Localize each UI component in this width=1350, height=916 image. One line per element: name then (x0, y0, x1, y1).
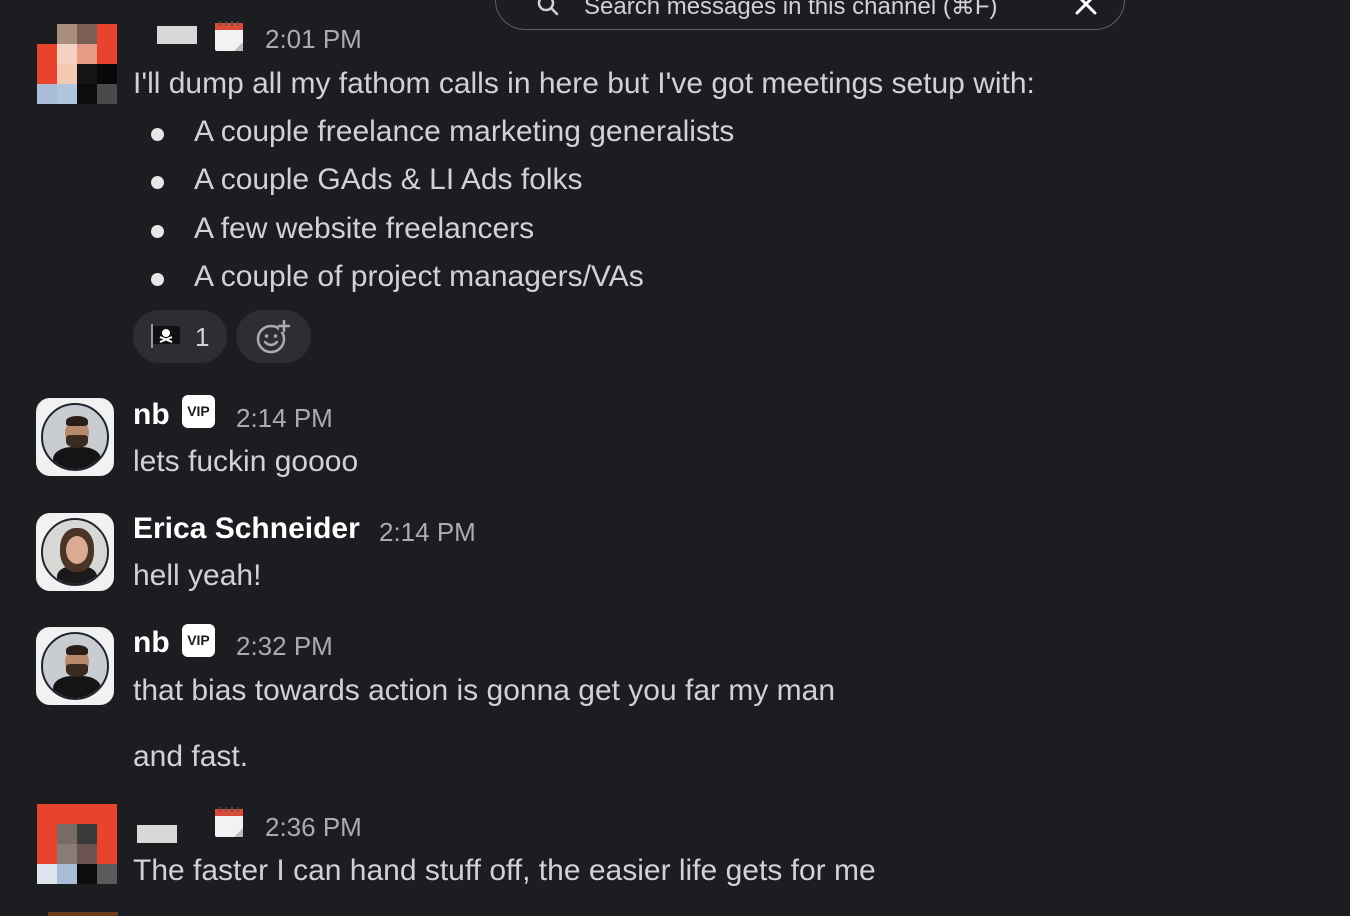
bullet-dot (151, 273, 164, 286)
message-text: lets fuckin goooo (133, 445, 359, 478)
list-item: A couple freelance marketing generalists (194, 115, 735, 148)
list-item: A couple of project managers/VAs (194, 260, 644, 293)
message-text: that bias towards action is gonna get yo… (133, 674, 836, 707)
author-name[interactable]: nb (133, 626, 170, 660)
message-timestamp[interactable]: 2:14 PM (236, 403, 333, 434)
pirate-flag-icon (151, 324, 180, 348)
message-text: The faster I can hand stuff off, the eas… (133, 854, 876, 887)
channel-search-bar[interactable]: Search messages in this channel (⌘F) (495, 0, 1125, 30)
author-name[interactable]: nb (133, 398, 170, 432)
message-timestamp[interactable]: 2:01 PM (265, 24, 362, 55)
bullet-dot (151, 225, 164, 238)
message-text: I'll dump all my fathom calls in here bu… (133, 67, 1035, 100)
calendar-icon (215, 807, 243, 837)
vip-badge: VIP (182, 624, 215, 657)
bullet-dot (151, 176, 164, 189)
avatar[interactable] (37, 804, 117, 884)
avatar[interactable] (37, 24, 117, 104)
message-text: hell yeah! (133, 559, 262, 592)
author-name[interactable]: Erica Schneider (133, 512, 360, 546)
reaction-count: 1 (195, 322, 210, 352)
vip-badge: VIP (182, 395, 215, 428)
add-emoji-icon (256, 319, 291, 354)
calendar-icon (215, 21, 243, 51)
add-reaction-button[interactable] (236, 310, 311, 363)
message-text: and fast. (133, 740, 249, 773)
message-timestamp[interactable]: 2:36 PM (265, 812, 362, 843)
close-icon[interactable] (1073, 0, 1099, 17)
redacted-username (137, 825, 177, 843)
avatar-nb[interactable] (36, 398, 114, 476)
message-timestamp[interactable]: 2:32 PM (236, 631, 333, 662)
redacted-username (157, 26, 197, 44)
search-placeholder: Search messages in this channel (⌘F) (584, 0, 998, 20)
list-item: A couple GAds & LI Ads folks (194, 163, 583, 196)
message-timestamp[interactable]: 2:14 PM (379, 517, 476, 548)
reaction-pill[interactable]: 1 (133, 310, 227, 363)
next-message-avatar-edge (48, 912, 118, 916)
bullet-dot (151, 128, 164, 141)
avatar-nb[interactable] (36, 627, 114, 705)
list-item: A few website freelancers (194, 212, 535, 245)
avatar-erica-schneider[interactable] (36, 513, 114, 591)
search-icon (537, 0, 559, 16)
